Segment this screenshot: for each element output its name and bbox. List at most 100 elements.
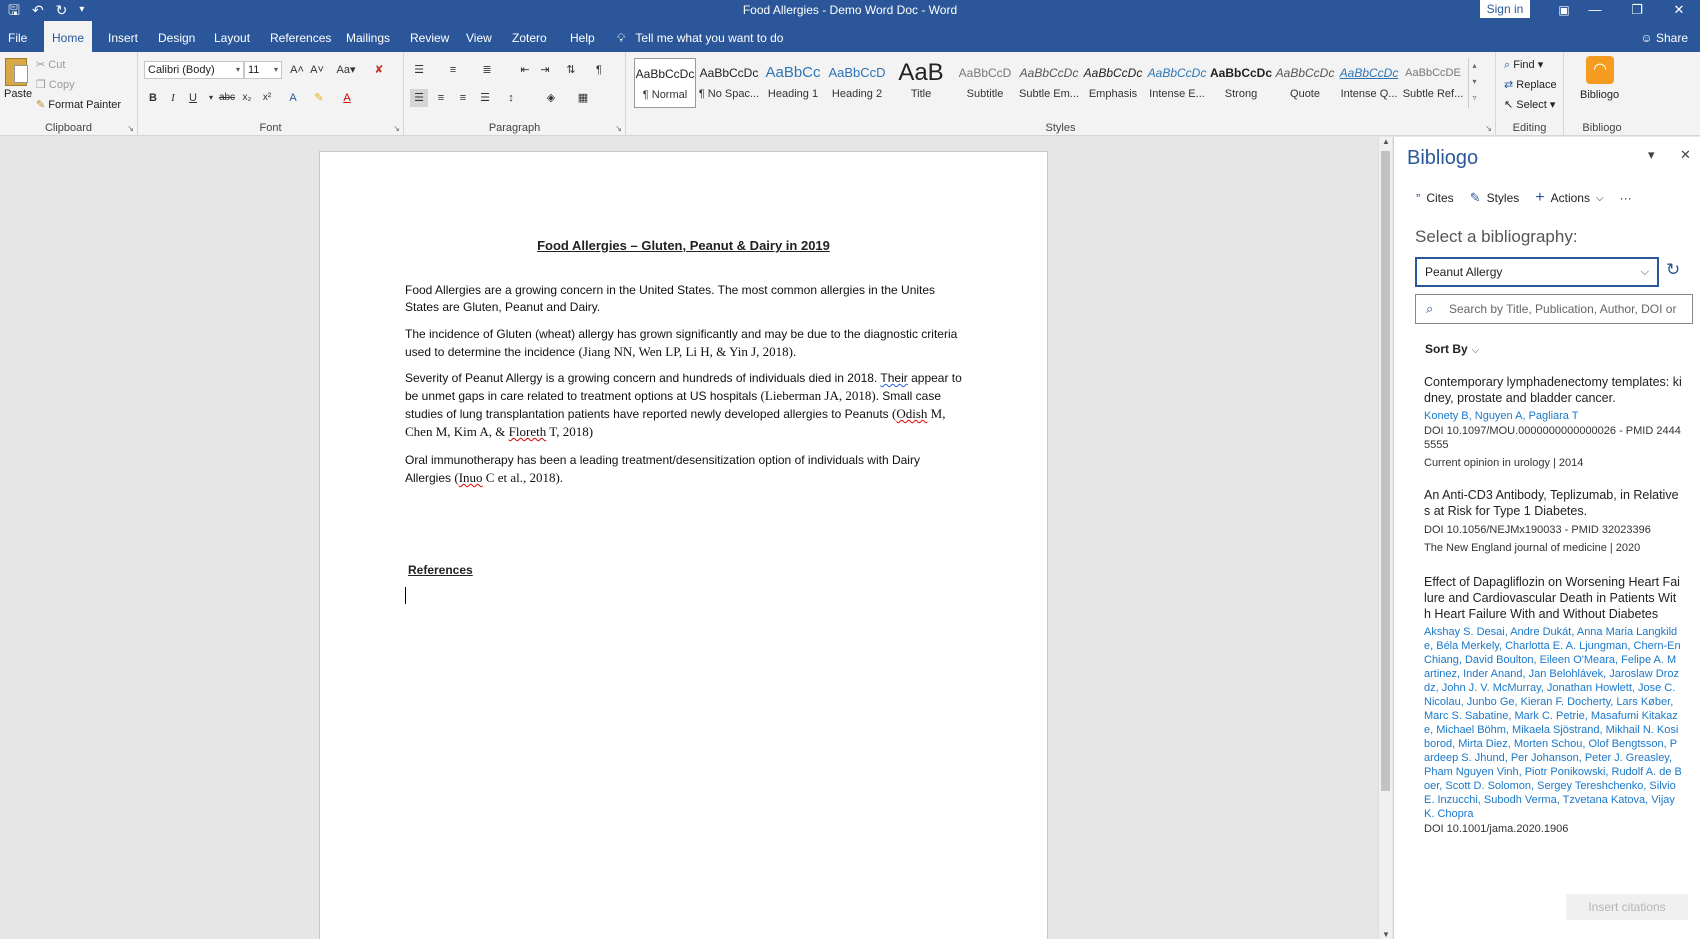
change-case-icon[interactable]: Aa▾ <box>334 61 358 79</box>
bold-icon[interactable]: B <box>144 89 162 107</box>
cites-button[interactable]: ” Cites <box>1416 191 1454 206</box>
close-pane-icon[interactable]: ✕ <box>1680 147 1691 163</box>
tab-mailings[interactable]: Mailings <box>338 21 398 52</box>
select-button[interactable]: ↖ Select ▾ <box>1504 98 1555 111</box>
style-intense-emphasis[interactable]: AaBbCcDc Intense E... <box>1146 58 1208 108</box>
style-intense-quote[interactable]: AaBbCcDc Intense Q... <box>1338 58 1400 108</box>
styles-button[interactable]: ✎ Styles <box>1470 190 1520 206</box>
text-effects-icon[interactable]: A <box>284 89 302 107</box>
style-no-spacing[interactable]: AaBbCcDc ¶ No Spac... <box>698 58 760 108</box>
superscript-icon[interactable]: x² <box>258 89 276 107</box>
tab-review[interactable]: Review <box>402 21 457 52</box>
shrink-font-icon[interactable]: A˅ <box>308 61 326 79</box>
sort-icon[interactable]: ⇅ <box>562 61 580 79</box>
line-spacing-icon[interactable]: ↕ <box>502 89 520 107</box>
scroll-up-icon[interactable]: ▴ <box>1469 58 1480 74</box>
subscript-icon[interactable]: x₂ <box>238 89 256 107</box>
cut-button[interactable]: ✂ Cut <box>36 58 65 71</box>
dialog-launcher-icon[interactable]: ↘ <box>615 124 622 133</box>
strikethrough-icon[interactable]: abc <box>218 89 236 107</box>
pilcrow-icon[interactable]: ¶ <box>590 61 608 79</box>
style-emphasis[interactable]: AaBbCcDc Emphasis <box>1082 58 1144 108</box>
bullets-icon[interactable]: ☰ <box>410 61 428 79</box>
align-left-icon[interactable]: ☰ <box>410 89 428 107</box>
style-title[interactable]: AaB Title <box>890 58 952 108</box>
pane-options-icon[interactable]: ▾ <box>1648 147 1655 163</box>
reference-item[interactable]: Effect of Dapagliflozin on Worsening Hea… <box>1406 564 1700 846</box>
tab-help[interactable]: Help <box>562 21 603 52</box>
tab-insert[interactable]: Insert <box>100 21 146 52</box>
close-window-icon[interactable]: ✕ <box>1658 0 1700 21</box>
style-subtle-emphasis[interactable]: AaBbCcDc Subtle Em... <box>1018 58 1080 108</box>
actions-button[interactable]: + Actions ⌵ <box>1535 189 1603 207</box>
tab-design[interactable]: Design <box>150 21 203 52</box>
style-sample: AaBbCcDc <box>1083 66 1143 80</box>
format-painter-button[interactable]: ✎ Format Painter <box>36 98 121 111</box>
reference-item[interactable]: An Anti-CD3 Antibody, Teplizumab, in Rel… <box>1406 479 1700 564</box>
scroll-down-icon[interactable]: ▾ <box>1469 74 1480 90</box>
shading-icon[interactable]: ◈ <box>542 89 560 107</box>
ribbon-display-options-icon[interactable]: ▣ <box>1554 0 1574 20</box>
grow-font-icon[interactable]: A˄ <box>288 61 306 79</box>
minimize-icon[interactable]: — <box>1574 0 1616 21</box>
tab-layout[interactable]: Layout <box>206 21 258 52</box>
share-button[interactable]: ☺ Share <box>1640 21 1688 56</box>
sort-by-button[interactable]: Sort By ⌵ <box>1425 342 1479 356</box>
copy-button[interactable]: ❐ Copy <box>36 78 75 91</box>
tab-file[interactable]: File <box>0 21 35 52</box>
search-input[interactable]: ⌕ Search by Title, Publication, Author, … <box>1415 294 1693 324</box>
borders-icon[interactable]: ▦ <box>574 89 592 107</box>
align-center-icon[interactable]: ≡ <box>432 89 450 107</box>
font-name-select[interactable]: Calibri (Body) ▾ <box>144 61 244 79</box>
decrease-indent-icon[interactable]: ⇤ <box>516 61 534 79</box>
style-name: Subtitle <box>966 88 1004 100</box>
tab-view[interactable]: View <box>458 21 500 52</box>
bibliogo-button-label[interactable]: Bibliogo <box>1580 89 1619 101</box>
restore-icon[interactable]: ❐ <box>1616 0 1658 21</box>
increase-indent-icon[interactable]: ⇥ <box>536 61 554 79</box>
style-heading-1[interactable]: AaBbCc Heading 1 <box>762 58 824 108</box>
multilevel-list-icon[interactable]: ≣ <box>478 61 496 79</box>
tell-me-box[interactable]: 💡︎ Tell me what you want to do <box>617 21 783 52</box>
document-page[interactable]: Food Allergies – Gluten, Peanut & Dairy … <box>319 151 1048 939</box>
scroll-up-icon[interactable]: ▲ <box>1379 137 1393 146</box>
font-color-icon[interactable]: A <box>338 89 356 107</box>
styles-group-label: Styles <box>1045 122 1076 134</box>
scroll-down-icon[interactable]: ▼ <box>1379 930 1393 939</box>
dialog-launcher-icon[interactable]: ↘ <box>127 124 134 133</box>
italic-icon[interactable]: I <box>164 89 182 107</box>
bibliogo-icon[interactable]: ◠ <box>1586 56 1614 84</box>
insert-citations-button[interactable]: Insert citations <box>1566 894 1688 920</box>
paste-button[interactable]: Paste <box>4 58 32 100</box>
scroll-thumb[interactable] <box>1381 151 1390 791</box>
find-button[interactable]: ⌕ Find ▾ <box>1504 58 1543 72</box>
style-quote[interactable]: AaBbCcDc Quote <box>1274 58 1336 108</box>
style-heading-2[interactable]: AaBbCcD Heading 2 <box>826 58 888 108</box>
more-styles-icon[interactable]: ▿ <box>1469 90 1480 106</box>
style-subtitle[interactable]: AaBbCcD Subtitle <box>954 58 1016 108</box>
sign-in-button[interactable]: Sign in <box>1480 0 1530 18</box>
style-subtle-reference[interactable]: AaBbCcDE Subtle Ref... <box>1402 58 1464 108</box>
replace-button[interactable]: ⇄ Replace <box>1504 78 1557 91</box>
style-strong[interactable]: AaBbCcDc Strong <box>1210 58 1272 108</box>
tab-home[interactable]: Home <box>44 21 93 52</box>
document-scrollbar[interactable]: ▲ ▼ <box>1378 137 1392 939</box>
clear-formatting-icon[interactable]: ✘ <box>370 61 388 79</box>
numbering-icon[interactable]: ≡ <box>444 61 462 79</box>
tab-references[interactable]: References <box>262 21 339 52</box>
more-options-button[interactable]: ··· <box>1620 191 1632 205</box>
reference-authors[interactable]: Akshay S. Desai, Andre Dukát, Anna Maria… <box>1424 625 1682 821</box>
dialog-launcher-icon[interactable]: ↘ <box>393 124 400 133</box>
dialog-launcher-icon[interactable]: ↘ <box>1485 124 1492 133</box>
reference-item[interactable]: Contemporary lymphadenectomy templates: … <box>1406 370 1700 479</box>
highlight-icon[interactable]: ✎ <box>310 89 328 107</box>
refresh-icon[interactable]: ↻ <box>1666 260 1680 280</box>
justify-icon[interactable]: ☰ <box>476 89 494 107</box>
style-normal[interactable]: AaBbCcDc ¶ Normal <box>634 58 696 108</box>
underline-icon[interactable]: U <box>184 89 202 107</box>
font-size-select[interactable]: 11 ▾ <box>244 61 282 79</box>
tab-zotero[interactable]: Zotero <box>504 21 555 52</box>
align-right-icon[interactable]: ≡ <box>454 89 472 107</box>
reference-authors[interactable]: Konety B, Nguyen A, Pagliara T <box>1424 409 1682 423</box>
bibliography-select[interactable]: Peanut Allergy ⌵ <box>1415 257 1659 287</box>
